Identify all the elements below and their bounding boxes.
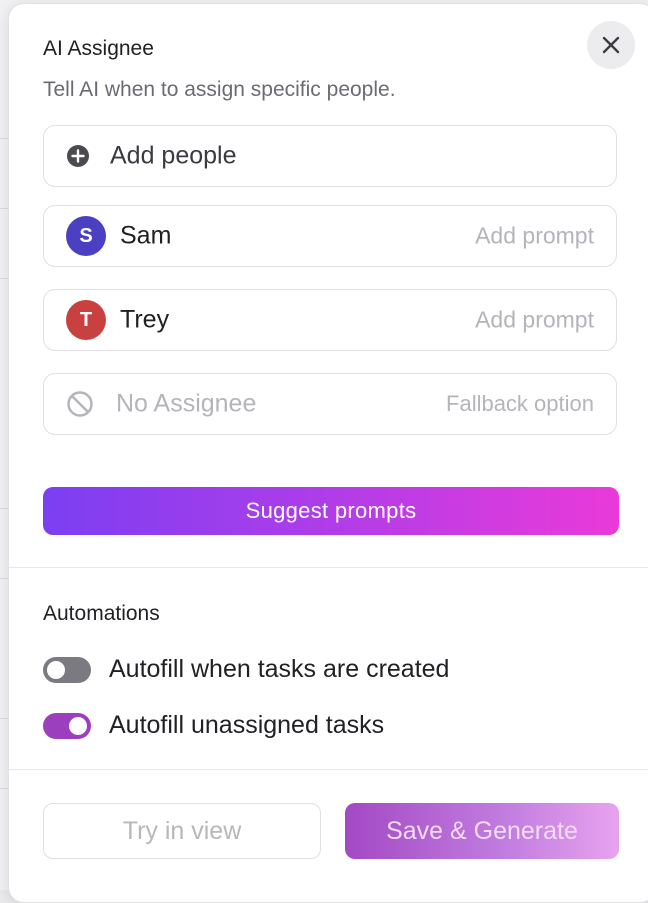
add-prompt-link[interactable]: Add prompt <box>475 223 594 250</box>
no-assignee-row[interactable]: No Assignee Fallback option <box>43 373 617 435</box>
toggle-knob <box>47 660 65 679</box>
no-assignee-label: No Assignee <box>116 389 257 418</box>
panel-title: AI Assignee <box>43 37 154 60</box>
ai-assignee-panel: AI Assignee Tell AI when to assign speci… <box>8 3 648 903</box>
assignee-row-trey[interactable]: T Trey Add prompt <box>43 289 617 351</box>
add-prompt-link[interactable]: Add prompt <box>475 307 594 334</box>
autofill-created-label: Autofill when tasks are created <box>109 655 450 683</box>
automations-title: Automations <box>43 602 160 625</box>
autofill-unassigned-label: Autofill unassigned tasks <box>109 711 385 739</box>
autofill-unassigned-toggle[interactable] <box>43 712 91 739</box>
add-people-button[interactable]: Add people <box>43 125 617 187</box>
autofill-unassigned-row: Autofill unassigned tasks <box>43 711 384 740</box>
avatar: S <box>66 216 106 256</box>
close-button[interactable] <box>587 21 635 69</box>
assignee-name: Sam <box>120 221 172 250</box>
close-icon <box>602 36 620 54</box>
section-divider <box>9 567 648 568</box>
assignee-row-sam[interactable]: S Sam Add prompt <box>43 205 617 267</box>
try-in-view-button[interactable]: Try in view <box>43 803 321 859</box>
panel-subtitle: Tell AI when to assign specific people. <box>43 78 396 101</box>
autofill-created-row: Autofill when tasks are created <box>43 655 449 684</box>
fallback-option-label: Fallback option <box>446 391 594 416</box>
add-people-label: Add people <box>110 141 237 170</box>
footer-divider <box>9 769 648 770</box>
block-icon <box>67 391 93 417</box>
toggle-knob <box>69 716 87 735</box>
plus-circle-icon <box>67 145 89 167</box>
autofill-created-toggle[interactable] <box>43 656 91 683</box>
suggest-prompts-button[interactable]: Suggest prompts <box>43 487 619 535</box>
assignee-name: Trey <box>120 305 170 334</box>
avatar: T <box>66 300 106 340</box>
save-generate-button[interactable]: Save & Generate <box>345 803 619 859</box>
